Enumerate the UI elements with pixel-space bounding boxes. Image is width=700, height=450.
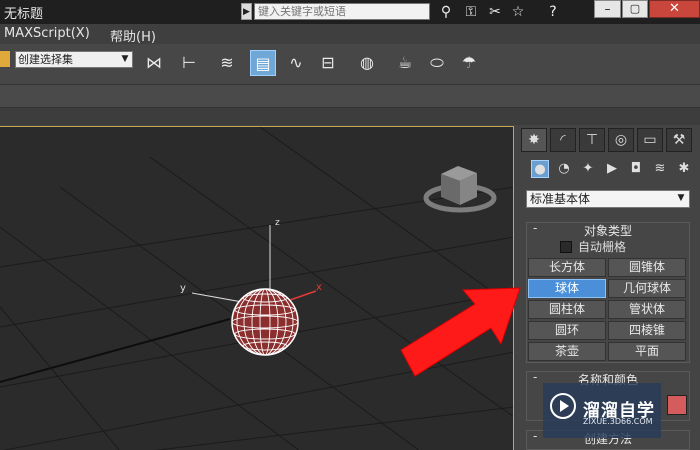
x-axis-label: x <box>316 282 322 293</box>
utilities-tab[interactable]: ⚒ <box>666 128 692 152</box>
sphere-object[interactable] <box>231 288 299 356</box>
ribbon-strip <box>0 108 700 125</box>
helpers-icon[interactable]: ◘ <box>627 160 645 178</box>
modify-tab[interactable]: ◜ <box>550 128 576 152</box>
object-type-button[interactable]: 球体 <box>528 279 606 298</box>
chevron-down-icon[interactable]: ▼ <box>118 52 132 67</box>
minimize-button[interactable]: – <box>594 0 621 18</box>
render-icon[interactable]: ☂ <box>456 50 482 76</box>
geometry-icon[interactable]: ● <box>531 160 549 178</box>
schematic-view-icon[interactable]: ⊟ <box>315 50 341 76</box>
display-tab[interactable]: ▭ <box>637 128 663 152</box>
align-icon[interactable]: ⊢ <box>176 50 202 76</box>
menu-bar <box>0 24 700 44</box>
scene-explorer-icon[interactable]: ▤ <box>250 50 276 76</box>
motion-tab[interactable]: ◎ <box>608 128 634 152</box>
menu-help[interactable]: 帮助(H) <box>110 26 156 45</box>
create-tab[interactable]: ✸ <box>521 128 547 152</box>
object-type-button[interactable]: 四棱锥 <box>608 321 686 340</box>
binoculars-icon[interactable]: ⚲ <box>437 3 455 21</box>
lights-icon[interactable]: ✦ <box>579 160 597 178</box>
object-type-button[interactable]: 长方体 <box>528 258 606 277</box>
object-type-button[interactable]: 圆环 <box>528 321 606 340</box>
pencil-icon[interactable] <box>0 51 10 67</box>
tools-icon[interactable]: ✂ <box>486 3 504 21</box>
shapes-icon[interactable]: ◔ <box>555 160 573 178</box>
red-arrow-annotation <box>400 287 521 377</box>
object-color-swatch[interactable] <box>667 395 687 415</box>
y-axis-label: y <box>180 283 186 294</box>
search-input[interactable] <box>254 3 430 20</box>
render-setup-icon[interactable]: ☕ <box>392 50 418 76</box>
hierarchy-tab[interactable]: ⊤ <box>579 128 605 152</box>
search-expand-button[interactable]: ▶ <box>241 3 252 20</box>
render-frame-icon[interactable]: ⬭ <box>424 50 450 76</box>
chevron-down-icon[interactable]: ▼ <box>674 191 688 206</box>
layers-icon[interactable]: ≋ <box>214 50 240 76</box>
window-title: 无标题 <box>4 7 44 22</box>
menu-maxscript[interactable]: MAXScript(X) <box>4 26 90 41</box>
mirror-icon[interactable]: ⋈ <box>141 50 167 76</box>
object-type-button[interactable]: 茶壶 <box>528 342 606 361</box>
star-icon[interactable]: ☆ <box>509 3 527 21</box>
object-type-button[interactable]: 管状体 <box>608 300 686 319</box>
autogrid-checkbox[interactable] <box>560 241 572 253</box>
play-logo-icon <box>550 393 576 419</box>
rollout-title[interactable]: 对象类型 <box>527 222 689 239</box>
systems-icon[interactable]: ✱ <box>675 160 693 178</box>
maximize-button[interactable]: ▢ <box>622 0 648 18</box>
close-button[interactable]: ✕ <box>649 0 700 18</box>
autogrid-label: 自动栅格 <box>578 240 627 254</box>
object-type-button[interactable]: 圆柱体 <box>528 300 606 319</box>
curve-editor-icon[interactable]: ∿ <box>283 50 309 76</box>
z-axis-label: z <box>275 218 280 228</box>
selection-set-dropdown[interactable]: 创建选择集 <box>15 51 133 68</box>
ribbon-bar <box>0 85 700 108</box>
key-icon[interactable]: ⚿ <box>462 3 480 21</box>
object-type-button[interactable]: 平面 <box>608 342 686 361</box>
object-type-button[interactable]: 几何球体 <box>608 279 686 298</box>
primitive-type-dropdown[interactable]: 标准基本体 <box>526 190 690 208</box>
watermark-url: ZIXUE.3D66.COM <box>583 417 653 426</box>
viewcube-icon[interactable] <box>423 166 497 213</box>
spacewarps-icon[interactable]: ≋ <box>651 160 669 178</box>
material-editor-icon[interactable]: ◍ <box>354 50 380 76</box>
object-type-button[interactable]: 圆锥体 <box>608 258 686 277</box>
help-icon[interactable]: ? <box>544 3 562 21</box>
cameras-icon[interactable]: ▶ <box>603 160 621 178</box>
